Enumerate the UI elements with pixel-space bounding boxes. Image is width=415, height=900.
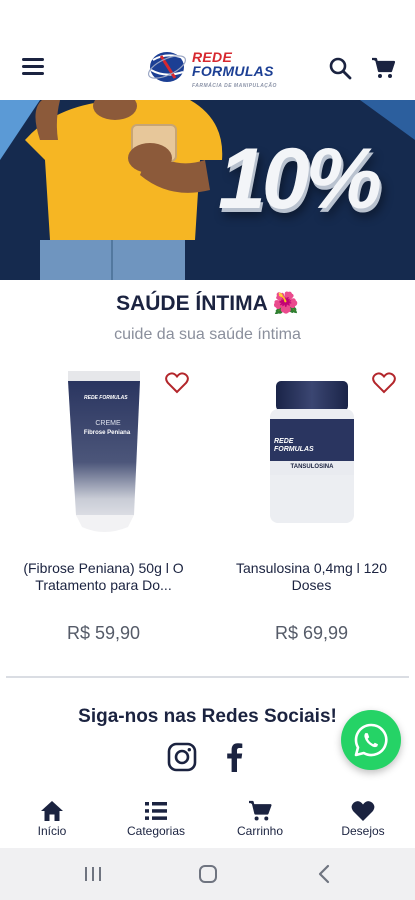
promo-discount-text: 10% <box>218 131 382 227</box>
logo-tagline: FARMÁCIA DE MANIPULAÇÃO <box>192 83 277 89</box>
product-package-label: Fibrose Peniana <box>83 430 131 436</box>
heart-outline-icon[interactable] <box>372 372 396 394</box>
heart-outline-icon[interactable] <box>165 372 189 394</box>
product-card[interactable]: REDE FORMULAS TANSULOSINA Tansulosina 0,… <box>208 360 415 660</box>
section-title: SAÚDE ÍNTIMA 🌺 <box>116 292 299 315</box>
logo-text-formulas: FORMULAS <box>192 63 274 79</box>
nav-item-inicio[interactable]: Início <box>0 792 104 848</box>
nav-item-carrinho[interactable]: Carrinho <box>208 792 312 848</box>
product-name: Tansulosina 0,4mg l 120 Doses <box>236 560 387 593</box>
product-card[interactable]: REDE FORMULAS CREME Fibrose Peniana (Fib… <box>0 360 207 660</box>
nav-label: Categorias <box>126 824 186 838</box>
product-package-type: CREME <box>95 420 121 427</box>
back-icon[interactable] <box>313 863 337 885</box>
heart-icon <box>351 801 375 821</box>
product-price: R$ 69,99 <box>274 623 349 643</box>
product-package-brand: REDE FORMULAS <box>274 438 314 453</box>
product-package-label: TANSULOSINA <box>290 464 334 470</box>
logo-text-rede: REDE <box>192 49 233 65</box>
home-button-icon[interactable] <box>196 863 220 885</box>
instagram-icon[interactable] <box>167 742 197 772</box>
nav-label: Carrinho <box>236 824 284 838</box>
logo-globe-icon <box>147 52 187 82</box>
promo-banner[interactable]: 10% <box>0 100 415 280</box>
product-name: (Fibrose Peniana) 50g l O Tratamento par… <box>23 560 184 593</box>
whatsapp-icon[interactable] <box>341 710 401 770</box>
nav-label: Início <box>37 824 67 838</box>
cart-icon[interactable] <box>371 56 396 80</box>
app-header: REDE FORMULAS FARMÁCIA DE MANIPULAÇÃO <box>0 0 415 100</box>
menu-icon[interactable] <box>22 58 44 76</box>
search-icon[interactable] <box>328 56 352 80</box>
system-navigation-bar <box>0 848 415 900</box>
nav-label: Desejos <box>341 824 385 838</box>
recent-apps-icon[interactable] <box>81 863 105 885</box>
brand-logo[interactable]: REDE FORMULAS FARMÁCIA DE MANIPULAÇÃO <box>145 48 277 89</box>
product-price: R$ 59,90 <box>66 623 141 643</box>
product-package-brand: REDE FORMULAS <box>84 395 128 401</box>
cart-icon <box>249 800 272 821</box>
nav-item-desejos[interactable]: Desejos <box>311 792 415 848</box>
section-subtitle: cuide da sua saúde íntima <box>114 326 301 343</box>
bottom-navigation: Início Categorias Carrinho Desejos <box>0 792 415 848</box>
home-icon <box>41 801 63 821</box>
nav-item-categorias[interactable]: Categorias <box>104 792 208 848</box>
list-icon <box>145 802 167 820</box>
facebook-icon[interactable] <box>220 742 250 772</box>
section-divider <box>6 676 409 678</box>
